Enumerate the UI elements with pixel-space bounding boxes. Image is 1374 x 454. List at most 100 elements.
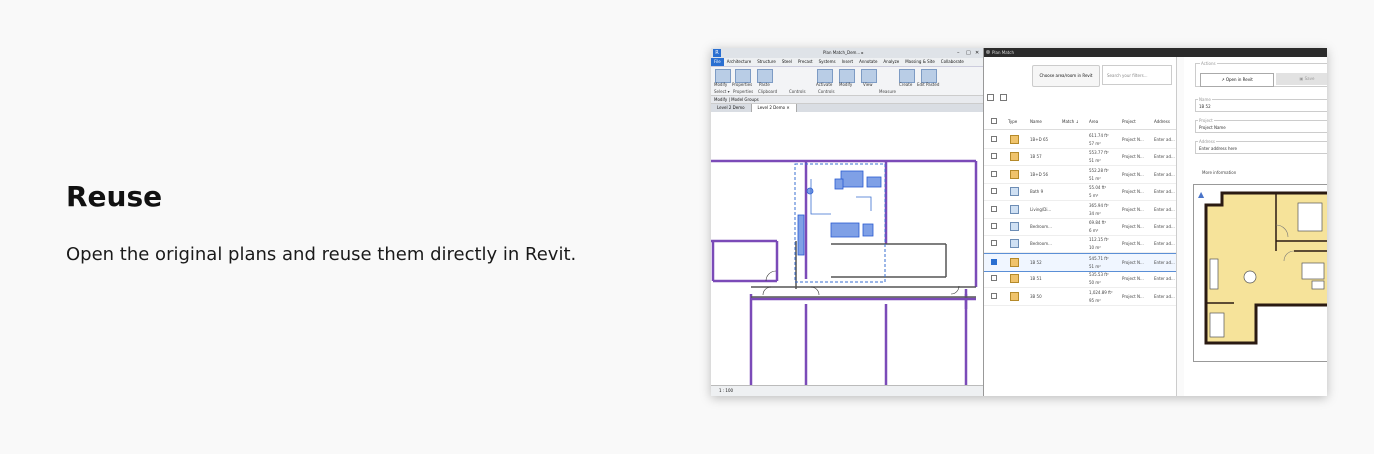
col-address[interactable]: Address (1154, 119, 1170, 124)
row-area-m: 57 m² (1089, 141, 1101, 146)
activate-tool-icon[interactable] (817, 69, 833, 83)
table-row[interactable]: Bedroom... 69.84 ft² 6 m² Project N... Enter… (984, 218, 1176, 236)
unit-type-icon (1010, 135, 1019, 144)
minimize-icon[interactable]: – (957, 48, 960, 58)
revit-logo-icon[interactable]: R (713, 49, 721, 57)
name-field-label: Name (1198, 97, 1212, 102)
row-checkbox[interactable] (991, 275, 997, 282)
unit-type-icon (1010, 274, 1019, 284)
revit-ribbon: Modify Properties Paste Activate Modify … (711, 67, 983, 96)
choose-area-button[interactable]: Choose area/room in Revit (1032, 65, 1100, 87)
col-match[interactable]: Match ↓ (1062, 119, 1079, 124)
plan-preview: ▲ (1193, 184, 1327, 362)
ribbon-group-select[interactable]: Select ▾ (714, 89, 730, 94)
table-row[interactable]: 1B 51 535.53 ft² 50 m² Project N... Enter ad… (984, 270, 1176, 289)
menu-steel[interactable]: Steel (779, 58, 795, 66)
save-label: Save (1304, 76, 1315, 81)
col-type[interactable]: Type (1008, 119, 1017, 124)
floor-plan-drawing (711, 159, 978, 385)
menu-architecture[interactable]: Architecture (724, 58, 755, 66)
row-name: Bedroom... (1030, 224, 1052, 229)
modify-group-tool-icon[interactable] (839, 69, 855, 83)
row-checkbox[interactable] (991, 188, 997, 195)
view-tabs: Level 2 Demo Level 2 Demo ✕ (711, 104, 983, 112)
close-icon[interactable]: ✕ (975, 48, 979, 58)
view-tool-icon[interactable] (861, 69, 877, 83)
menu-file[interactable]: File (711, 58, 724, 66)
project-field-label: Project (1198, 118, 1214, 123)
table-row[interactable]: Living/Di... 365.94 ft² 34 m² Project N... E… (984, 201, 1176, 219)
more-information-link[interactable]: More information (1202, 170, 1236, 175)
row-project: Project N... (1122, 206, 1144, 212)
address-field-label: Address (1198, 139, 1216, 144)
scale-readout[interactable]: 1 : 100 (719, 388, 733, 393)
menu-collaborate[interactable]: Collaborate (938, 58, 967, 66)
row-project: Project N... (1122, 171, 1144, 177)
row-project: Project N... (1122, 189, 1144, 195)
view-tab-1[interactable]: Level 2 Demo (711, 104, 752, 112)
col-name[interactable]: Name (1030, 119, 1042, 124)
row-name: 1B+D 65 (1030, 137, 1049, 142)
row-checkbox[interactable] (991, 205, 997, 212)
row-project: Project N... (1122, 241, 1144, 247)
edit-pasted-tool-icon[interactable] (921, 69, 937, 83)
col-project[interactable]: Project (1122, 119, 1136, 124)
table-row[interactable]: Bedroom... 112.15 ft² 10 m² Project N... Ent… (984, 235, 1176, 254)
row-checkbox[interactable] (991, 136, 997, 142)
revit-document-title: Plan Match_Dem... ▸ (823, 50, 864, 55)
revit-status-bar: 1 : 100 (711, 385, 983, 396)
row-checkbox[interactable] (991, 153, 997, 160)
open-in-revit-label: Open in Revit (1225, 77, 1253, 82)
row-checkbox[interactable] (991, 223, 997, 229)
row-address: Enter ad... (1154, 154, 1175, 160)
menu-systems[interactable]: Systems (816, 58, 839, 66)
maximize-icon[interactable]: □ (966, 48, 971, 58)
row-area-ft: 112.15 ft² (1089, 237, 1109, 243)
row-area-m: 10 m² (1089, 245, 1101, 251)
table-row[interactable]: 1B+D 56 552.28 ft² 51 m² Project N... Enter … (984, 166, 1176, 184)
row-checkbox[interactable] (991, 292, 997, 299)
row-project: Project N... (1122, 137, 1144, 142)
view-tab-2[interactable]: Level 2 Demo ✕ (751, 104, 797, 112)
revit-drawing-canvas[interactable] (711, 119, 983, 385)
table-row[interactable]: 1B 57 553.77 ft² 51 m² Project N... Enter ad… (984, 148, 1176, 167)
row-checkbox[interactable] (991, 170, 997, 177)
project-field[interactable]: Project Project Name (1195, 118, 1327, 133)
name-field[interactable]: Name 1B 52 (1195, 97, 1327, 112)
col-area[interactable]: Area (1089, 119, 1098, 124)
row-area-m: 34 m² (1089, 210, 1101, 216)
table-row[interactable]: 3B 50 1,024.89 ft² 95 m² Project N... Enter … (984, 288, 1176, 306)
row-checkbox[interactable] (991, 240, 997, 247)
select-all-checkbox[interactable] (991, 118, 997, 124)
table-row[interactable]: 1B+D 65 611.74 ft² 57 m² Project N... Enter … (984, 131, 1176, 149)
menu-annotate[interactable]: Annotate (856, 58, 880, 66)
table-row[interactable]: 1B 52 545.71 ft² 51 m² Project N... Enter ad… (984, 252, 1176, 272)
grid-view-icon[interactable] (1000, 94, 1007, 101)
search-input[interactable]: Search your filters... (1102, 65, 1172, 85)
address-field[interactable]: Address Enter address here (1195, 139, 1327, 154)
menu-insert[interactable]: Insert (839, 58, 856, 66)
create-tool-icon[interactable] (899, 69, 915, 83)
table-row[interactable]: Bath 9 55.04 ft² 5 m² Project N... Enter ad.… (984, 183, 1176, 202)
row-area-m: 6 m² (1089, 228, 1099, 233)
save-button[interactable]: ▣ Save (1276, 73, 1327, 85)
properties-tool-icon[interactable] (735, 69, 751, 83)
room-type-icon (1010, 222, 1019, 231)
row-checkbox[interactable] (991, 258, 997, 265)
menu-structure[interactable]: Structure (754, 58, 779, 66)
modify-tool-icon[interactable] (715, 69, 731, 83)
paste-tool-icon[interactable] (757, 69, 773, 83)
address-field-value: Enter address here (1199, 146, 1238, 151)
row-address: Enter ad... (1154, 206, 1175, 212)
unit-type-icon (1010, 169, 1019, 179)
revit-window: R Plan Match_Dem... ▸ – □ ✕ File Archite… (711, 48, 984, 396)
room-type-icon (1010, 239, 1019, 249)
open-in-revit-button[interactable]: ↗ Open in Revit (1200, 73, 1274, 87)
list-view-icon[interactable] (987, 94, 994, 101)
menu-massing[interactable]: Massing & Site (902, 58, 938, 66)
ribbon-label-modify-2: Modify (839, 82, 853, 87)
row-name: 3B 50 (1030, 293, 1042, 299)
ribbon-label-paste: Paste (759, 82, 770, 87)
menu-analyze[interactable]: Analyze (880, 58, 902, 66)
menu-precast[interactable]: Precast (795, 58, 816, 66)
